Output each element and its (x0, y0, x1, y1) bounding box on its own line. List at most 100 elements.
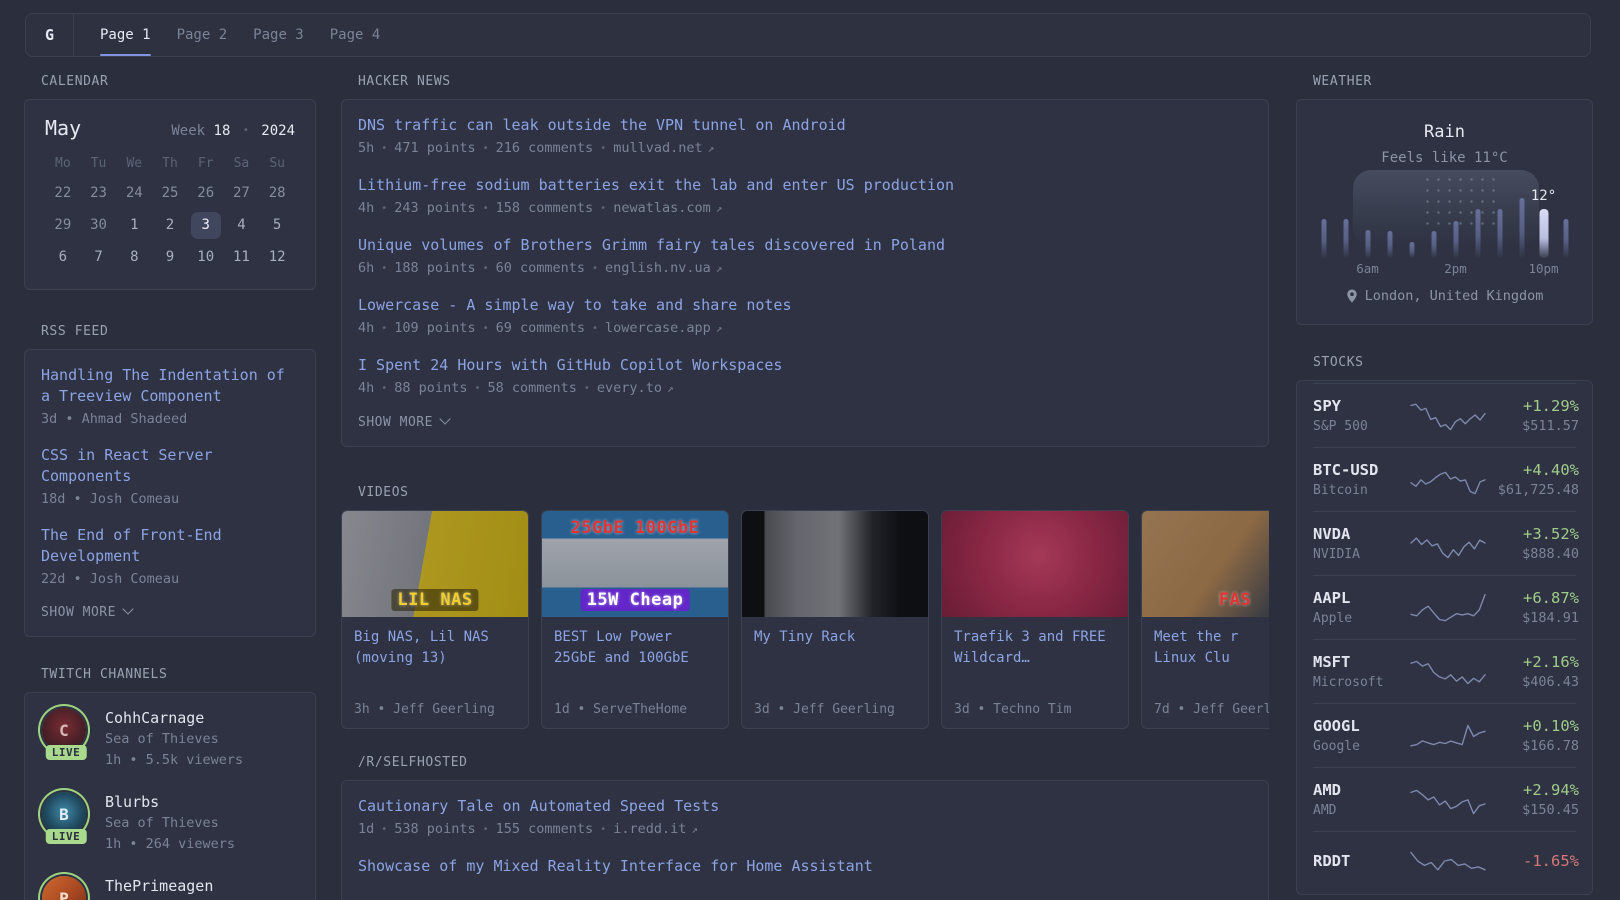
reddit-list: Cautionary Tale on Automated Speed Tests… (358, 796, 1252, 877)
separator-dot: • (482, 203, 489, 214)
live-badge: LIVE (45, 745, 87, 760)
item-domain[interactable]: i.redd.it (613, 821, 686, 837)
weather-hour-column (1401, 170, 1423, 276)
item-domain[interactable]: english.nv.ua (605, 260, 711, 276)
page-tab[interactable]: Page 2 (177, 14, 228, 56)
twitch-channel-game: Sea of Thieves (105, 815, 219, 831)
video-card[interactable]: Traefik 3 and FREE Wildcard… 3d • Techno… (941, 510, 1129, 729)
video-title[interactable]: Big NAS, Lil NAS (moving 13) (354, 627, 516, 669)
video-card[interactable]: LIL NAS Big NAS, Lil NAS (moving 13) 3h … (341, 510, 529, 729)
weekday-label: Th (162, 156, 178, 171)
stock-symbol: MSFT (1313, 653, 1351, 671)
reddit-item-title[interactable]: Showcase of my Mixed Reality Interface f… (358, 856, 1252, 877)
twitch-channel-row[interactable]: C LIVE CohhCarnage Sea of Thieves 1h • 5… (41, 707, 299, 771)
calendar-day-number: 12 (268, 249, 286, 265)
twitch-list: C LIVE CohhCarnage Sea of Thieves 1h • 5… (41, 707, 299, 900)
item-comments[interactable]: 69 comments (496, 320, 585, 336)
reddit-item: Showcase of my Mixed Reality Interface f… (358, 856, 1252, 877)
weather-hour-column (1423, 170, 1445, 276)
stock-price: $184.91 (1522, 610, 1579, 626)
item-domain[interactable]: every.to (597, 380, 662, 396)
calendar-header: CALENDAR (41, 74, 109, 89)
twitch-avatar-wrap: P LIVE (41, 875, 91, 900)
week-number: 18 (213, 123, 231, 139)
stock-name: Apple (1313, 611, 1353, 626)
video-card-body: Traefik 3 and FREE Wildcard… 3d • Techno… (942, 617, 1128, 728)
hackernews-item-meta: 4h • 109 points • 69 comments • lowercase.app ↗ (358, 318, 1252, 339)
stock-symbol: AAPL (1313, 589, 1351, 607)
rss-header: RSS FEED (41, 324, 109, 339)
stock-id-block: BTC-USD Bitcoin (1313, 460, 1409, 499)
twitch-channel-name[interactable]: CohhCarnage (105, 707, 243, 729)
calendar-weekday-row: Mo Tu We Th Fr Sa Su (45, 156, 295, 179)
rss-item-title[interactable]: Handling The Indentation of a Treeview C… (41, 365, 299, 407)
video-card[interactable]: FAS Meet the r Linux Clu 7d • Jeff Geerl… (1141, 510, 1269, 729)
twitch-channel-name[interactable]: Blurbs (105, 791, 235, 813)
stock-change: +6.87% (1523, 589, 1579, 607)
reddit-item-title[interactable]: Cautionary Tale on Automated Speed Tests (358, 796, 1252, 817)
video-title[interactable]: BEST Low Power 25GbE and 100GbE Switch… (554, 627, 716, 671)
hackernews-item-title[interactable]: Lowercase - A simple way to take and sha… (358, 295, 1252, 316)
twitch-channel-info: ThePrimeagen (105, 875, 213, 900)
temperature-bar (1387, 231, 1392, 258)
calendar-day: 2 (152, 211, 188, 239)
rss-item-title[interactable]: CSS in React Server Components (41, 445, 299, 487)
page-tab[interactable]: Page 3 (253, 14, 304, 56)
separator-dot: • (482, 323, 489, 334)
weekday-label: Sa (233, 156, 250, 171)
item-points: 538 points (394, 821, 476, 837)
item-comments[interactable]: 60 comments (496, 260, 585, 276)
separator-dot: • (474, 383, 481, 394)
calendar-day-number: 4 (237, 217, 246, 233)
twitch-channel-name[interactable]: ThePrimeagen (105, 875, 213, 897)
item-comments[interactable]: 58 comments (487, 380, 576, 396)
stock-price: $888.40 (1522, 546, 1579, 562)
stock-change: +4.40% (1523, 461, 1579, 479)
item-comments[interactable]: 216 comments (496, 140, 594, 156)
stock-value-block: +4.40% $61,725.48 (1487, 460, 1579, 499)
twitch-channel-row[interactable]: P LIVE ThePrimeagen (41, 875, 299, 900)
hackernews-item-title[interactable]: Lithium-free sodium batteries exit the l… (358, 175, 1252, 196)
item-comments[interactable]: 155 comments (496, 821, 594, 837)
stock-price: $61,725.48 (1497, 482, 1579, 498)
video-thumbnail[interactable] (942, 511, 1128, 617)
stock-symbol: BTC-USD (1313, 461, 1379, 479)
hackernews-item-title[interactable]: I Spent 24 Hours with GitHub Copilot Wor… (358, 355, 1252, 376)
video-title[interactable]: Traefik 3 and FREE Wildcard… (954, 627, 1116, 669)
video-thumbnail[interactable] (742, 511, 928, 617)
week-label: Week (171, 123, 206, 139)
item-comments[interactable]: 158 comments (496, 200, 594, 216)
rss-item-title[interactable]: The End of Front-End Development (41, 525, 299, 567)
video-title[interactable]: My Tiny Rack (754, 627, 916, 648)
stock-name: Bitcoin (1313, 483, 1368, 498)
video-thumbnail[interactable]: 25GbE 100GbE 15W Cheap (542, 511, 728, 617)
stock-id-block: MSFT Microsoft (1313, 652, 1409, 691)
twitch-channel-row[interactable]: B LIVE Blurbs Sea of Thieves 1h • 264 vi… (41, 791, 299, 855)
video-meta: 3d • Techno Tim (954, 702, 1072, 717)
video-card[interactable]: 25GbE 100GbE 15W Cheap BEST Low Power 25… (541, 510, 729, 729)
separator-dot: • (600, 824, 607, 835)
item-domain[interactable]: newatlas.com (613, 200, 711, 216)
page-tab[interactable]: Page 1 (100, 14, 151, 56)
hackernews-item-title[interactable]: Unique volumes of Brothers Grimm fairy t… (358, 235, 1252, 256)
item-domain[interactable]: lowercase.app (605, 320, 711, 336)
separator-dot: • (600, 203, 607, 214)
rss-item: CSS in React Server Components 18d • Jos… (41, 445, 299, 509)
video-thumbnail[interactable]: LIL NAS (342, 511, 528, 617)
stock-row: AMD AMD +2.94% $150.45 (1313, 767, 1579, 831)
video-thumbnail[interactable]: FAS (1142, 511, 1269, 617)
rss-show-more[interactable]: SHOW MORE (41, 603, 299, 620)
hackernews-item: Lowercase - A simple way to take and sha… (358, 295, 1252, 339)
page-tab[interactable]: Page 4 (330, 14, 381, 56)
app-logo[interactable]: G (26, 14, 74, 56)
video-title[interactable]: Meet the r Linux Clu (1154, 627, 1269, 669)
hackernews-show-more[interactable]: SHOW MORE (358, 413, 1252, 430)
video-card[interactable]: My Tiny Rack 3d • Jeff Geerling (741, 510, 929, 729)
reddit-section: /R/SELFHOSTED Cautionary Tale on Automat… (341, 755, 1269, 900)
temperature-bar (1497, 209, 1502, 258)
calendar-day: 7 (81, 243, 117, 271)
video-card-body: BEST Low Power 25GbE and 100GbE Switch… … (542, 617, 728, 728)
item-domain[interactable]: mullvad.net (613, 140, 702, 156)
hackernews-item-title[interactable]: DNS traffic can leak outside the VPN tun… (358, 115, 1252, 136)
separator-dot: • (600, 143, 607, 154)
